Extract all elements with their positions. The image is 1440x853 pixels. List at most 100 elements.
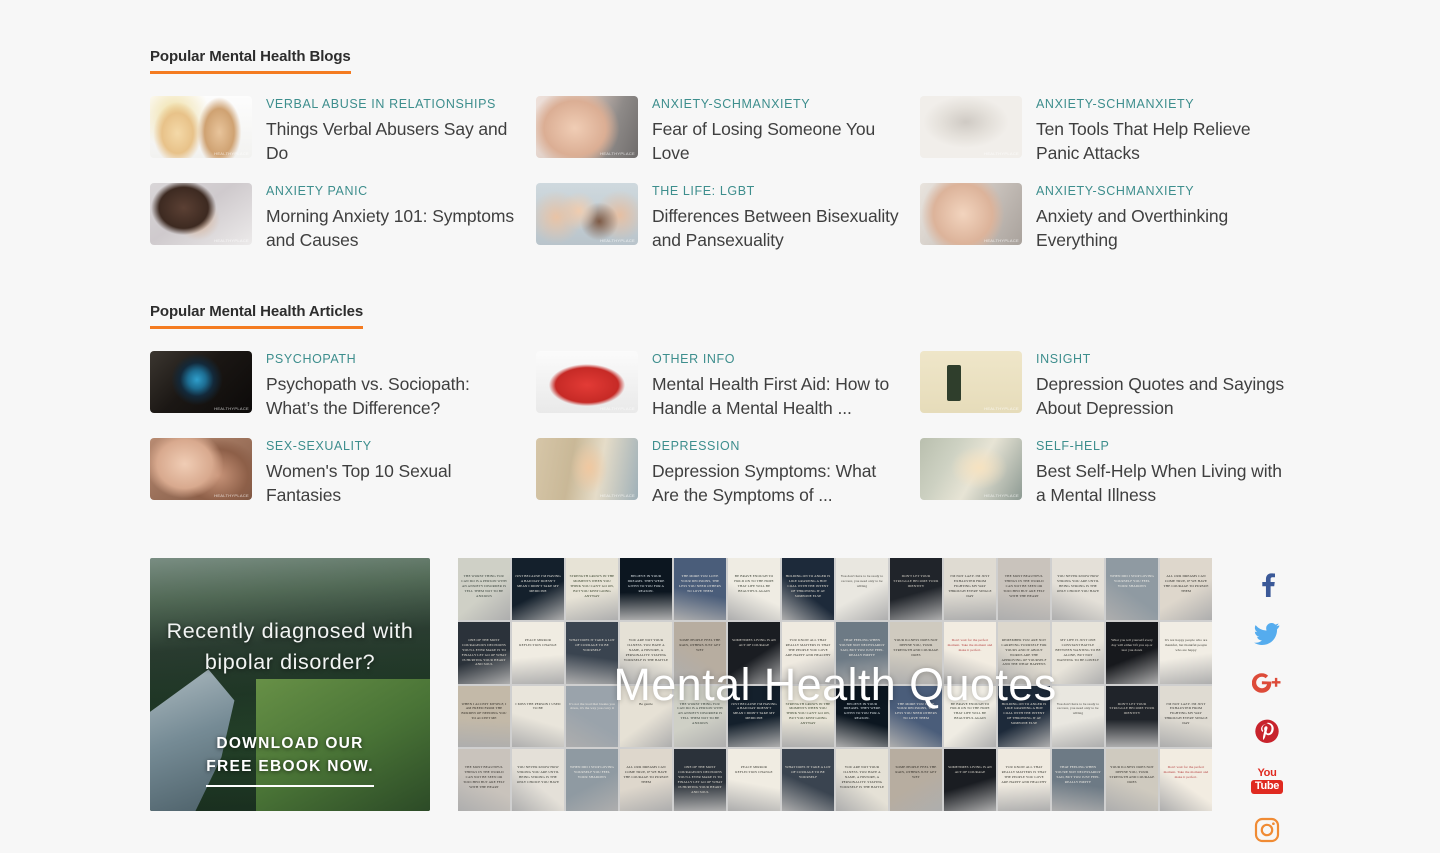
watermark: HEALTHYPLACE (214, 151, 249, 156)
watermark: HEALTHYPLACE (984, 493, 1019, 499)
ad-cta-group[interactable]: DOWNLOAD OUR FREE EBOOK NOW. (150, 733, 430, 787)
collage-quote-text: YOU NEVER KNOW HOW STRONG YOU ARE UNTIL … (516, 765, 560, 785)
blog-title-link[interactable]: Anxiety and Overthinking Everything (1036, 204, 1290, 252)
article-card[interactable]: HEALTHYPLACE SEX-SEXUALITY Women's Top 1… (150, 438, 536, 507)
collage-quote-text: THAT FEELING WHEN YOU'RE NOT NECESSARILY… (1055, 765, 1101, 785)
blog-title-link[interactable]: Fear of Losing Someone You Love (652, 117, 906, 165)
blog-card[interactable]: HEALTHYPLACE ANXIETY-SCHMANXIETY Anxiety… (920, 183, 1290, 252)
page-root: Popular Mental Health Blogs HEALTHYPLACE… (0, 0, 1440, 853)
watermark: HEALTHYPLACE (984, 238, 1019, 244)
collage-quote-tile: THE WORST THING YOU CAN DO IS A PERSON W… (458, 558, 510, 620)
collage-quote-text: YOUR ILLNESS DOES NOT DEFINE YOU, YOUR S… (893, 637, 939, 657)
article-thumbnail-intimate-couple[interactable]: HEALTHYPLACE (150, 438, 252, 501)
collage-quote-text: ONE OF THE MOST COURAGEOUS DECISIONS YOU… (677, 765, 723, 794)
collage-quote-tile: PEACE MIRROR REFLECTION CHANGE (728, 749, 780, 811)
article-card[interactable]: HEALTHYPLACE SELF-HELP Best Self-Help Wh… (920, 438, 1290, 507)
collage-quote-text: THE MORE YOU LOVE YOUR DECISIONS, THE LE… (679, 574, 721, 593)
collage-quote-text: You don't have to be ready to recover, y… (840, 574, 884, 588)
blog-card-text: THE LIFE: LGBT Differences Between Bisex… (638, 183, 906, 252)
collage-quote-tile: ONE OF THE MOST COURAGEOUS DECISIONS YOU… (674, 749, 726, 811)
collage-quote-text: BE BRAVE ENOUGH TO HOLD ON TO THE HOPE T… (734, 574, 774, 593)
article-category-label[interactable]: OTHER INFO (652, 352, 906, 367)
blog-card[interactable]: HEALTHYPLACE ANXIETY-SCHMANXIETY Fear of… (536, 96, 920, 165)
article-title-link[interactable]: Mental Health First Aid: How to Handle a… (652, 372, 906, 420)
collage-quote-tile: YOU NEVER KNOW HOW STRONG YOU ARE UNTIL … (1052, 558, 1104, 620)
blog-title-link[interactable]: Ten Tools That Help Relieve Panic Attack… (1036, 117, 1290, 165)
articles-card-grid: HEALTHYPLACE PSYCHOPATH Psychopath vs. S… (150, 351, 1290, 507)
collage-quote-tile: THE MOST BEAUTIFUL THINGS IN THE WORLD C… (458, 749, 510, 811)
blog-thumbnail-zen-garden-butterfly[interactable]: HEALTHYPLACE (920, 96, 1022, 158)
article-category-label[interactable]: PSYCHOPATH (266, 352, 520, 367)
article-thumbnail-hands-with-coffee[interactable]: HEALTHYPLACE (920, 438, 1022, 501)
blog-category-label[interactable]: THE LIFE: LGBT (652, 184, 906, 199)
youtube-icon[interactable]: You Tube (1250, 764, 1284, 798)
blog-card-text: ANXIETY-SCHMANXIETY Fear of Losing Someo… (638, 96, 906, 165)
collage-quote-tile: You don't have to be ready to recover, y… (836, 558, 888, 620)
collage-overlay-title: Mental Health Quotes (613, 658, 1057, 710)
collage-quote-text: BELIEVE IN YOUR DREAMS. THEY WERE GIVEN … (627, 574, 665, 593)
blog-thumbnail-group-of-friends[interactable]: HEALTHYPLACE (536, 183, 638, 246)
blog-title-link[interactable]: Differences Between Bisexuality and Pans… (652, 204, 906, 252)
article-title-link[interactable]: Depression Symptoms: What Are the Sympto… (652, 459, 906, 507)
blog-category-label[interactable]: ANXIETY-SCHMANXIETY (1036, 97, 1290, 112)
ad-cta-line-1: DOWNLOAD OUR (216, 735, 364, 753)
article-thumbnail-woman-by-window[interactable]: HEALTHYPLACE (536, 438, 638, 501)
collage-quote-text: SOME PEOPLE FEEL THE RAIN, OTHERS JUST G… (895, 765, 937, 780)
collage-quote-tile: YOU NEVER KNOW HOW STRONG YOU ARE UNTIL … (512, 749, 564, 811)
article-title-link[interactable]: Best Self-Help When Living with a Mental… (1036, 459, 1290, 507)
ad-cta-text[interactable]: DOWNLOAD OUR FREE EBOOK NOW. (206, 733, 374, 787)
article-thumbnail-depression-quotes[interactable]: HEALTHYPLACE (920, 351, 1022, 413)
article-card-text: OTHER INFO Mental Health First Aid: How … (638, 351, 906, 420)
article-thumbnail-dark-eye[interactable]: HEALTHYPLACE (150, 351, 252, 413)
article-title-link[interactable]: Women's Top 10 Sexual Fantasies (266, 459, 520, 507)
blog-title-link[interactable]: Morning Anxiety 101: Symptoms and Causes (266, 204, 520, 252)
article-thumbnail-first-aid-kit[interactable]: HEALTHYPLACE (536, 351, 638, 413)
article-category-label[interactable]: INSIGHT (1036, 352, 1290, 367)
watermark: HEALTHYPLACE (600, 406, 635, 411)
collage-quote-text: WHEN DID I STOP LOVING YOURSELF YOU FEEL… (569, 765, 614, 780)
blog-category-label[interactable]: ANXIETY-SCHMANXIETY (1036, 184, 1290, 199)
google-plus-icon[interactable] (1250, 666, 1284, 700)
section-heading-blogs: Popular Mental Health Blogs (150, 48, 351, 74)
article-category-label[interactable]: SELF-HELP (1036, 439, 1290, 454)
article-category-label[interactable]: DEPRESSION (652, 439, 906, 454)
blog-thumbnail-woman-biting-nails[interactable]: HEALTHYPLACE (920, 183, 1022, 246)
article-title-link[interactable]: Psychopath vs. Sociopath: What’s the Dif… (266, 372, 520, 420)
blog-thumbnail-couple-arguing[interactable]: HEALTHYPLACE (150, 96, 252, 158)
blog-category-label[interactable]: ANXIETY PANIC (266, 184, 520, 199)
blog-category-label[interactable]: ANXIETY-SCHMANXIETY (652, 97, 906, 112)
collage-quote-text: ALL OUR DREAMS CAN COME TRUE, IF WE HAVE… (1163, 574, 1209, 593)
blog-card[interactable]: HEALTHYPLACE THE LIFE: LGBT Differences … (536, 183, 920, 252)
twitter-icon[interactable] (1250, 617, 1284, 651)
watermark: HEALTHYPLACE (214, 406, 249, 411)
blog-thumbnail-woman-covering-face[interactable]: HEALTHYPLACE (536, 96, 638, 158)
collage-quote-text: YOU NEVER KNOW HOW STRONG YOU ARE UNTIL … (1056, 574, 1100, 593)
blog-card[interactable]: HEALTHYPLACE VERBAL ABUSE IN RELATIONSHI… (150, 96, 536, 165)
article-card[interactable]: HEALTHYPLACE OTHER INFO Mental Health Fi… (536, 351, 920, 420)
blog-thumbnail-man-in-bed[interactable]: HEALTHYPLACE (150, 183, 252, 246)
collage-quote-tile: SOME PEOPLE FEEL THE RAIN, OTHERS JUST G… (890, 749, 942, 811)
collage-quote-text: I'M NOT LAZY. I'M JUST EXHAUSTED FROM FI… (948, 574, 992, 598)
article-card[interactable]: HEALTHYPLACE INSIGHT Depression Quotes a… (920, 351, 1290, 420)
article-category-label[interactable]: SEX-SEXUALITY (266, 439, 520, 454)
article-card[interactable]: HEALTHYPLACE PSYCHOPATH Psychopath vs. S… (150, 351, 536, 420)
blog-title-link[interactable]: Things Verbal Abusers Say and Do (266, 117, 520, 165)
collage-quote-tile: YOUR ILLNESS DOES NOT DEFINE YOU, YOUR S… (1106, 749, 1158, 811)
blog-card-text: VERBAL ABUSE IN RELATIONSHIPS Things Ver… (252, 96, 520, 165)
facebook-icon[interactable] (1250, 568, 1284, 602)
article-card[interactable]: HEALTHYPLACE DEPRESSION Depression Sympt… (536, 438, 920, 507)
bipolar-ebook-ad-banner[interactable]: Recently diagnosed with bipolar disorder… (150, 558, 430, 811)
collage-quote-tile: THAT FEELING WHEN YOU'RE NOT NECESSARILY… (1052, 749, 1104, 811)
ad-headline: Recently diagnosed with bipolar disorder… (166, 619, 414, 674)
instagram-icon[interactable] (1250, 813, 1284, 847)
blog-card[interactable]: HEALTHYPLACE ANXIETY-SCHMANXIETY Ten Too… (920, 96, 1290, 165)
collage-quote-tile: BE BRAVE ENOUGH TO HOLD ON TO THE HOPE T… (728, 558, 780, 620)
pinterest-icon[interactable] (1250, 715, 1284, 749)
collage-quote-text: WHAT DOES IT TAKE A LOT OF COURAGE TO BE… (785, 765, 831, 780)
article-title-link[interactable]: Depression Quotes and Sayings About Depr… (1036, 372, 1290, 420)
collage-quote-text: YOU ARE NOT YOUR ILLNESS. YOU HAVE A NAM… (839, 765, 885, 790)
blog-category-label[interactable]: VERBAL ABUSE IN RELATIONSHIPS (266, 97, 520, 112)
blog-card[interactable]: HEALTHYPLACE ANXIETY PANIC Morning Anxie… (150, 183, 536, 252)
collage-quote-text: Don't wait for the perfect moment. Take … (1163, 765, 1209, 780)
mental-health-quotes-collage[interactable]: THE WORST THING YOU CAN DO IS A PERSON W… (458, 558, 1212, 811)
